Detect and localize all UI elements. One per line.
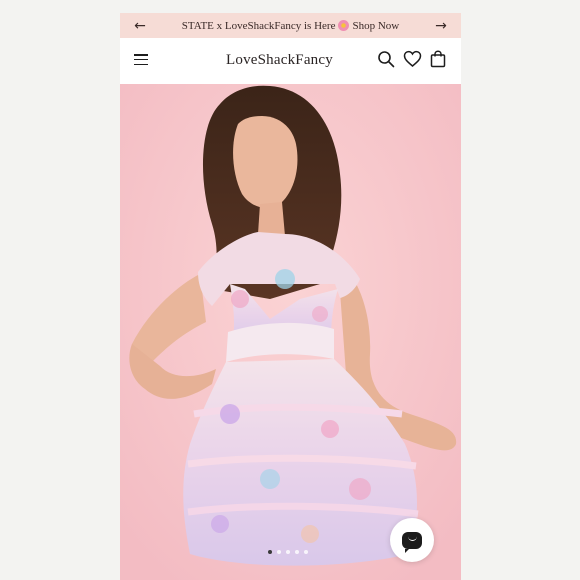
carousel-dot[interactable]: [277, 550, 281, 554]
product-image[interactable]: [120, 84, 461, 580]
brand-logo[interactable]: LoveShackFancy: [226, 52, 333, 69]
arrow-left-icon: ←: [134, 17, 146, 34]
carousel-dot[interactable]: [295, 550, 299, 554]
heart-icon[interactable]: [403, 50, 422, 68]
promo-prev-button[interactable]: ←: [128, 13, 152, 38]
chat-button[interactable]: [390, 518, 434, 562]
promo-banner: ← STATE x LoveShackFancy is Here Shop No…: [120, 13, 461, 38]
menu-icon[interactable]: [134, 54, 148, 66]
carousel-dot[interactable]: [286, 550, 290, 554]
promo-text: STATE x LoveShackFancy is Here: [181, 19, 336, 32]
search-icon[interactable]: [377, 50, 395, 68]
flower-icon: [338, 20, 350, 31]
carousel-dot-active[interactable]: [268, 550, 272, 554]
promo-link[interactable]: Shop Now: [352, 20, 399, 32]
bag-icon[interactable]: [430, 50, 446, 68]
carousel-dot[interactable]: [304, 550, 308, 554]
mobile-page: ← STATE x LoveShackFancy is Here Shop No…: [120, 13, 461, 580]
chat-icon: [402, 531, 422, 553]
carousel-dots[interactable]: [268, 550, 308, 554]
model-photo: [120, 84, 461, 580]
promo-next-button[interactable]: →: [429, 13, 453, 38]
promo-message[interactable]: STATE x LoveShackFancy is Here Shop Now: [182, 20, 399, 32]
arrow-right-icon: →: [435, 17, 447, 34]
site-header: LoveShackFancy: [120, 38, 461, 84]
